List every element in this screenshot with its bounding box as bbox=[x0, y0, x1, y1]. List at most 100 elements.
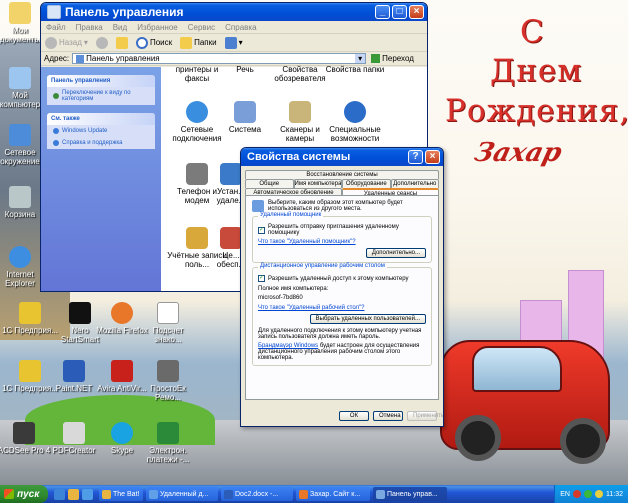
volume-tray-icon[interactable] bbox=[595, 490, 603, 498]
remote-assistance-group: Удаленный помощник ✓ Разрешить отправку … bbox=[252, 212, 432, 263]
cp-item-accessibility[interactable]: Специальные возможности bbox=[325, 101, 385, 143]
task-remote-desktop[interactable]: Удаленный д... bbox=[146, 487, 218, 501]
window-title: Панель управления bbox=[65, 5, 184, 19]
advanced-button[interactable]: Дополнительно... bbox=[365, 248, 426, 258]
taskbar: пуск The Bat! Удаленный д... Doc2.docx -… bbox=[0, 485, 628, 503]
ie-quick-icon[interactable] bbox=[82, 488, 93, 500]
menu-favorites[interactable]: Избранное bbox=[137, 23, 178, 32]
help-support-link[interactable]: Справка и поддержка bbox=[47, 137, 155, 149]
go-arrow-icon bbox=[371, 54, 381, 63]
select-remote-users-button[interactable]: Выбрать удаленных пользователей... bbox=[309, 314, 426, 324]
desktop-icon-payments[interactable]: Электрон. платежи -... bbox=[140, 422, 196, 464]
program-icon bbox=[157, 360, 179, 382]
tab-hardware[interactable]: Оборудование bbox=[342, 179, 391, 188]
cp-item-system[interactable]: Система bbox=[215, 101, 275, 134]
signature: Захар bbox=[471, 138, 565, 168]
allow-remote-access-checkbox[interactable]: ✓ Разрешить удаленный доступ к этому ком… bbox=[258, 275, 426, 282]
maximize-button[interactable]: □ bbox=[392, 5, 407, 19]
allow-assistance-checkbox[interactable]: ✓ Разрешить отправку приглашения удаленн… bbox=[258, 224, 426, 236]
task-word-doc[interactable]: Doc2.docx -... bbox=[221, 487, 293, 501]
folders-icon bbox=[180, 36, 193, 49]
desktop-icon-prosto[interactable]: ПростоЕк Ремо... bbox=[140, 360, 196, 402]
minimize-button[interactable]: _ bbox=[375, 5, 390, 19]
cp-item-speech[interactable]: Речь bbox=[215, 65, 275, 74]
menu-tools[interactable]: Сервис bbox=[188, 23, 215, 32]
what-is-assistance-link[interactable]: Что такое "Удаленный помощник"? bbox=[258, 239, 426, 245]
menu-view[interactable]: Вид bbox=[113, 23, 127, 32]
network-connections-icon bbox=[186, 101, 208, 123]
cp-item-scanners[interactable]: Сканеры и камеры bbox=[270, 101, 330, 143]
group-title: Дистанционное управление рабочим столом bbox=[258, 263, 387, 269]
search-icon bbox=[135, 36, 148, 49]
network-tray-icon[interactable] bbox=[584, 490, 592, 498]
ok-button[interactable]: ОК bbox=[339, 411, 369, 421]
checkbox-checked[interactable]: ✓ bbox=[258, 226, 265, 234]
address-input[interactable]: Панель управления ▾ bbox=[72, 53, 367, 64]
antivirus-tray-icon[interactable] bbox=[573, 490, 581, 498]
bat-icon bbox=[102, 489, 111, 499]
greeting-line-2: Днем bbox=[490, 53, 583, 89]
my-documents-icon bbox=[9, 2, 31, 24]
dialog-titlebar[interactable]: Свойства системы ? × bbox=[241, 148, 443, 166]
switch-to-category-link[interactable]: Переключение к виду по категориям bbox=[47, 87, 155, 105]
menu-edit[interactable]: Правка bbox=[76, 23, 103, 32]
what-is-remote-desktop-link[interactable]: Что такое "Удаленный рабочий стол"? bbox=[258, 305, 426, 311]
menu-help[interactable]: Справка bbox=[225, 23, 256, 32]
tab-system-restore[interactable]: Восстановление системы bbox=[245, 170, 439, 179]
full-name-label: Полное имя компьютера: bbox=[258, 286, 329, 292]
payments-icon bbox=[157, 422, 179, 444]
back-button[interactable]: Назад ▾ bbox=[45, 36, 88, 49]
tab-computer-name[interactable]: Имя компьютера bbox=[293, 179, 342, 188]
greeting-line-3: Рождения, bbox=[445, 93, 628, 129]
folders-button[interactable]: Папки bbox=[180, 36, 217, 49]
task-the-bat[interactable]: The Bat! bbox=[99, 487, 143, 501]
system-icon bbox=[234, 101, 256, 123]
firefox-icon bbox=[111, 302, 133, 324]
desktop-icon-1c[interactable]: 1С Предприя... bbox=[2, 302, 58, 335]
close-button[interactable]: × bbox=[409, 5, 424, 19]
nero-icon bbox=[69, 302, 91, 324]
menu-file[interactable]: Файл bbox=[46, 23, 66, 32]
folder-up-icon bbox=[115, 36, 128, 49]
forward-arrow-icon bbox=[95, 36, 108, 49]
cancel-button[interactable]: Отмена bbox=[373, 411, 403, 421]
phone-modem-icon bbox=[186, 163, 208, 185]
forward-button[interactable] bbox=[95, 36, 108, 49]
pdfcreator-icon bbox=[63, 422, 85, 444]
control-panel-icon bbox=[76, 54, 85, 63]
dialog-close-button[interactable]: × bbox=[425, 150, 440, 164]
tab-advanced[interactable]: Дополнительно bbox=[390, 179, 439, 188]
control-panel-titlebar[interactable]: Панель управления _ □ × bbox=[41, 3, 427, 21]
search-button[interactable]: Поиск bbox=[135, 36, 172, 49]
up-button[interactable] bbox=[115, 36, 128, 49]
chevron-down-icon[interactable]: ▾ bbox=[355, 54, 366, 63]
help-button[interactable]: ? bbox=[408, 150, 423, 164]
cp-item-folder-options[interactable]: Свойства папки bbox=[325, 65, 385, 74]
show-desktop-icon[interactable] bbox=[54, 488, 65, 500]
windows-update-link[interactable]: Windows Update bbox=[47, 125, 155, 137]
avira-icon bbox=[111, 360, 133, 382]
paint-net-icon bbox=[63, 360, 85, 382]
task-browser[interactable]: Захар. Сайт к... bbox=[296, 487, 370, 501]
quick-launch bbox=[48, 488, 99, 500]
dialog-title: Свойства системы bbox=[247, 151, 351, 163]
system-properties-dialog[interactable]: Свойства системы ? × Восстановление сист… bbox=[240, 147, 444, 427]
checkbox-checked[interactable]: ✓ bbox=[258, 275, 265, 282]
1c-icon bbox=[19, 302, 41, 324]
browser-icon bbox=[299, 489, 308, 499]
apply-button[interactable]: Применить bbox=[407, 411, 443, 421]
start-button[interactable]: пуск bbox=[0, 485, 48, 503]
quick-launch-icon[interactable] bbox=[68, 488, 79, 500]
tab-general[interactable]: Общие bbox=[245, 179, 294, 188]
go-button[interactable]: Переход bbox=[371, 54, 414, 63]
desktop-icon-counter[interactable]: Подсчет знако... bbox=[140, 302, 196, 344]
recycle-bin-icon bbox=[9, 186, 31, 208]
language-indicator[interactable]: EN bbox=[560, 491, 570, 498]
car-window bbox=[472, 346, 562, 392]
desktop-icon-acdsee[interactable]: ACDSee Pro 4 bbox=[0, 422, 52, 455]
clock[interactable]: 11:32 bbox=[606, 491, 623, 498]
cp-item-internet-options[interactable]: Свойства обозревателя bbox=[270, 65, 330, 83]
control-panel-icon bbox=[47, 5, 61, 19]
task-control-panel[interactable]: Панель управ... bbox=[373, 487, 447, 501]
views-button[interactable]: ▾ bbox=[224, 36, 243, 49]
